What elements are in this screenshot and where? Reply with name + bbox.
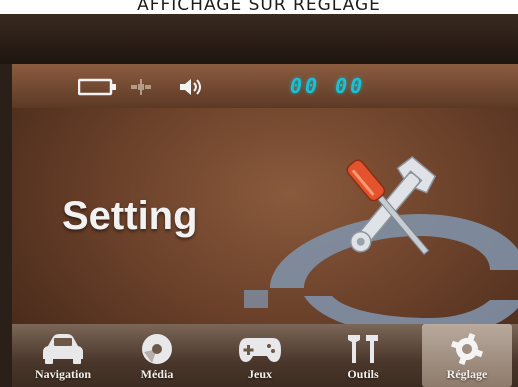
bottom-nav: Navigation Média Jeux Outils Réglage xyxy=(12,324,518,387)
car-icon xyxy=(43,334,83,364)
media-icon xyxy=(142,334,172,364)
status-bar: 00 00 xyxy=(12,64,518,108)
gear-icon xyxy=(450,332,484,366)
gamepad-icon xyxy=(239,338,281,362)
nav-item-jeux[interactable]: Jeux xyxy=(215,324,305,387)
clock-display: 00 00 xyxy=(290,74,366,98)
page-title: Setting xyxy=(62,194,198,238)
photo-caption: AFFICHAGE SUR REGLAGE xyxy=(137,0,381,14)
nav-item-media[interactable]: Média xyxy=(112,324,202,387)
device-frame: 00 00 Setting Navigation Média Jeux Outi… xyxy=(0,14,518,387)
tools-icon xyxy=(348,335,378,363)
nav-label-jeux: Jeux xyxy=(248,367,272,381)
nav-label-reglage: Réglage xyxy=(446,367,488,381)
nav-label-outils: Outils xyxy=(347,367,379,381)
volume-icon xyxy=(180,79,201,95)
gps-screen: 00 00 Setting Navigation Média Jeux Outi… xyxy=(12,64,518,387)
nav-item-outils[interactable]: Outils xyxy=(318,324,408,387)
nav-item-reglage[interactable]: Réglage xyxy=(422,324,512,387)
nav-item-navigation[interactable]: Navigation xyxy=(18,324,108,387)
battery-icon xyxy=(78,78,116,96)
nav-label-media: Média xyxy=(140,367,174,381)
satellite-icon xyxy=(131,79,151,95)
nav-label-navigation: Navigation xyxy=(34,367,91,381)
device-bezel xyxy=(0,14,518,64)
wrench-screwdriver-icon xyxy=(346,156,437,256)
